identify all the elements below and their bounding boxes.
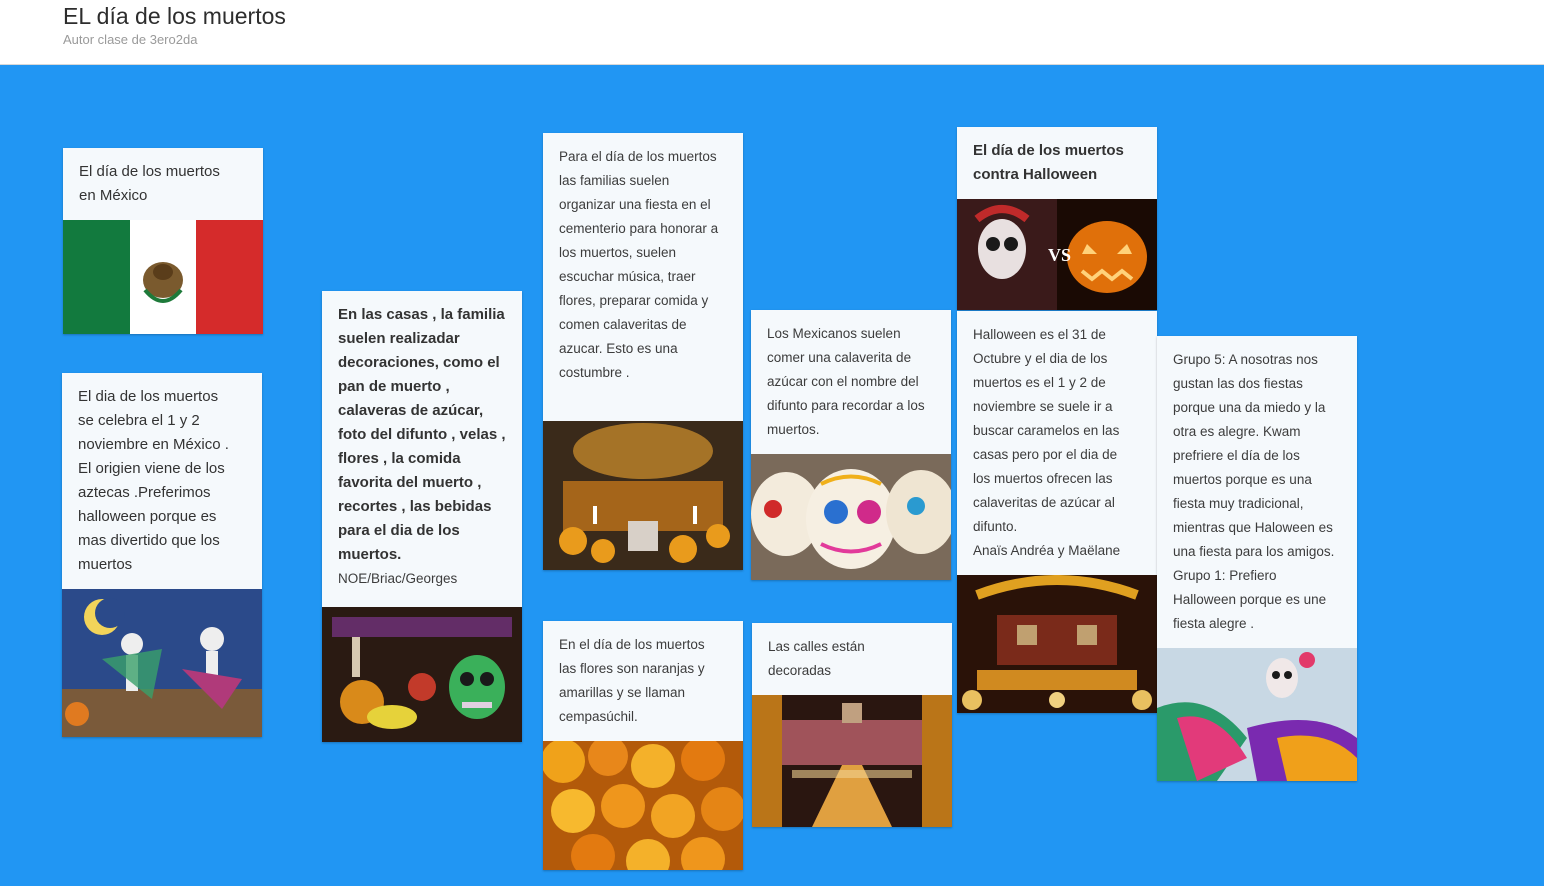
cemetery-candles-image <box>543 421 743 570</box>
post-text: El dia de los muertos se celebra el 1 y … <box>78 388 229 573</box>
post-text: En las casas , la familia suelen realiza… <box>338 306 506 563</box>
post-text: Halloween es el 31 de Octubre y el dia d… <box>973 327 1121 558</box>
post-card-flores[interactable]: En el día de los muertos las flores son … <box>543 621 743 870</box>
post-text: Grupo 5: A nosotras nos gustan las dos f… <box>1173 352 1335 631</box>
vs-label: VS <box>1048 245 1071 265</box>
post-text: Para el día de los muertos las familias … <box>559 149 719 380</box>
post-card-casas[interactable]: En las casas , la familia suelen realiza… <box>322 291 522 742</box>
post-card-origen[interactable]: El dia de los muertos se celebra el 1 y … <box>62 373 262 737</box>
altar-fruit-skull-image <box>322 607 522 742</box>
decorated-street-image <box>752 695 952 827</box>
post-card-calaveritas[interactable]: Los Mexicanos suelen comer una calaverit… <box>751 310 951 580</box>
post-card-calles[interactable]: Las calles están decoradas <box>752 623 952 827</box>
post-author: NOE/Briac/Georges <box>338 571 458 586</box>
mexican-flag-image <box>63 220 263 334</box>
post-text: El día de los muertos en México <box>79 163 220 204</box>
sugar-skulls-image <box>751 454 951 580</box>
post-card-mexico[interactable]: El día de los muertos en México <box>63 148 263 334</box>
altar-candles-image <box>957 575 1157 713</box>
marigold-flowers-image <box>543 741 743 870</box>
post-card-contra-halloween[interactable]: El día de los muertos contra Halloween V… <box>957 127 1157 310</box>
post-card-cementerio[interactable]: Para el día de los muertos las familias … <box>543 133 743 570</box>
post-card-grupo-5[interactable]: Grupo 5: A nosotras nos gustan las dos f… <box>1157 336 1357 781</box>
page-subtitle: Autor clase de 3ero2da <box>63 32 198 47</box>
post-text: En el día de los muertos las flores son … <box>559 637 705 724</box>
post-text: Los Mexicanos suelen comer una calaverit… <box>767 326 925 437</box>
page-title: EL día de los muertos <box>63 3 286 29</box>
skeletons-dancing-image <box>62 589 262 737</box>
page-header: EL día de los muertos Autor clase de 3er… <box>0 0 1544 65</box>
catrina-vs-pumpkin-image: VS <box>957 199 1157 310</box>
catrina-dancer-image <box>1157 648 1357 781</box>
post-card-halloween-31[interactable]: Halloween es el 31 de Octubre y el dia d… <box>957 311 1157 713</box>
post-text: El día de los muertos contra Halloween <box>973 142 1124 183</box>
post-text: Las calles están decoradas <box>768 639 865 678</box>
